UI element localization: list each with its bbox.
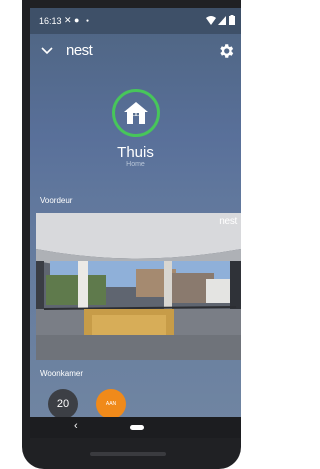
home-icon [124,102,148,124]
android-nav-bar: ‹ [30,417,241,438]
thermostat-button[interactable]: 20 [48,389,78,419]
nest-logo: nest [66,42,93,59]
battery-icon [229,15,235,25]
home-subtitle: Home [126,161,145,168]
home-pill-icon[interactable] [130,425,144,430]
gear-icon[interactable] [217,42,235,60]
chevron-down-icon[interactable] [40,44,54,58]
back-icon[interactable]: ‹ [74,420,78,432]
room-section-label: Woonkamer [40,369,83,378]
phone-speaker [90,452,166,456]
settings-dot-icon: ● [74,15,80,25]
cross-icon: ✕ [64,15,72,25]
app-screen: 16:13 ✕ ● ● nest Thuis Home Voordeur nes… [30,8,241,438]
camera-feed[interactable]: nest [36,213,241,360]
status-bar: 16:13 ✕ ● ● [30,8,241,34]
home-title: Thuis [117,144,154,161]
home-status-button[interactable] [112,89,160,137]
thermostat-heating-button[interactable]: AAN [96,389,126,419]
camera-section-label: Voordeur [40,196,73,205]
dot-icon: ● [86,18,90,24]
thermostat-mode: AAN [105,401,117,407]
camera-brand-label: nest [219,216,237,227]
camera-image [36,213,241,360]
thermostat-temperature: 20 [56,398,70,410]
signal-icon [218,16,226,25]
app-header: nest [30,34,241,68]
status-time: 16:13 [39,16,62,26]
wifi-icon [206,16,216,25]
